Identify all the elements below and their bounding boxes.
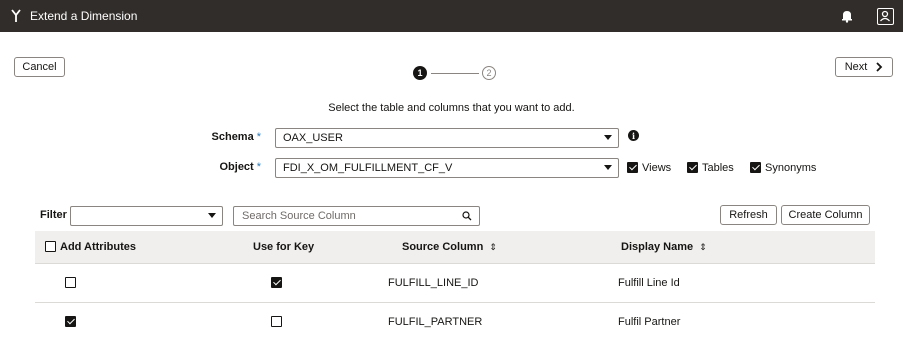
synonyms-checkbox[interactable]	[750, 162, 761, 173]
table-row: FULFIL_PARTNER Fulfil Partner	[35, 302, 875, 339]
header-source-column[interactable]: Source Column ⇕	[402, 241, 497, 253]
cancel-button[interactable]: Cancel	[14, 57, 65, 77]
refresh-button[interactable]: Refresh	[720, 205, 777, 225]
display-name-cell: Fulfil Partner	[618, 316, 681, 328]
search-input[interactable]: Search Source Column	[233, 206, 480, 226]
train-connector	[431, 73, 479, 74]
filter-select[interactable]	[70, 206, 223, 226]
synonyms-label: Synonyms	[765, 162, 817, 174]
header-display-name[interactable]: Display Name ⇕	[621, 241, 707, 253]
table-row: FULFILL_LINE_ID Fulfill Line Id	[35, 263, 875, 302]
bell-icon[interactable]	[840, 9, 854, 23]
sort-icon: ⇕	[699, 242, 707, 252]
step-2-indicator[interactable]: 2	[482, 66, 496, 80]
filter-label: Filter	[40, 209, 67, 221]
header-use-for-key: Use for Key	[253, 241, 315, 253]
next-label: Next	[844, 61, 868, 73]
add-attribute-checkbox[interactable]	[65, 316, 76, 327]
object-label: Object *	[219, 161, 261, 173]
next-button[interactable]: Next	[835, 57, 893, 77]
views-checkbox[interactable]	[627, 162, 638, 173]
title-bar: Extend a Dimension	[0, 0, 903, 32]
source-column-cell: FULFILL_LINE_ID	[388, 277, 479, 289]
use-for-key-checkbox[interactable]	[271, 277, 282, 288]
use-for-key-checkbox[interactable]	[271, 316, 282, 327]
display-name-cell: Fulfill Line Id	[618, 277, 680, 289]
dropdown-arrow-icon	[208, 213, 216, 218]
cancel-label: Cancel	[22, 61, 57, 73]
required-marker: *	[256, 131, 261, 143]
instruction-text: Select the table and columns that you wa…	[328, 102, 575, 114]
info-icon[interactable]: i	[628, 130, 639, 141]
tables-checkbox[interactable]	[687, 162, 698, 173]
search-icon	[462, 211, 472, 221]
object-select[interactable]: FDI_X_OM_FULFILLMENT_CF_V	[275, 158, 619, 178]
chevron-right-icon	[876, 62, 883, 72]
tables-label: Tables	[702, 162, 734, 174]
dropdown-arrow-icon	[604, 135, 612, 140]
add-attributes-select-all-checkbox[interactable]	[45, 241, 56, 252]
required-marker: *	[256, 161, 261, 173]
object-value: FDI_X_OM_FULFILLMENT_CF_V	[283, 162, 453, 174]
sort-icon: ⇕	[489, 242, 497, 252]
header-add-attributes: Add Attributes	[60, 241, 136, 253]
create-column-button[interactable]: Create Column	[781, 205, 870, 225]
create-column-label: Create Column	[788, 209, 863, 221]
add-attribute-checkbox[interactable]	[65, 277, 76, 288]
schema-value: OAX_USER	[283, 132, 343, 144]
views-label: Views	[642, 162, 672, 174]
source-column-cell: FULFIL_PARTNER	[388, 316, 483, 328]
profile-icon[interactable]	[877, 8, 894, 25]
branch-icon	[11, 9, 21, 22]
search-placeholder: Search Source Column	[242, 210, 356, 222]
step-1-indicator[interactable]: 1	[413, 66, 427, 80]
table-header: Add Attributes Use for Key Source Column…	[35, 231, 875, 263]
refresh-label: Refresh	[729, 209, 768, 221]
dropdown-arrow-icon	[604, 165, 612, 170]
dialog-title: Extend a Dimension	[30, 9, 138, 23]
schema-label: Schema *	[211, 131, 261, 143]
schema-select[interactable]: OAX_USER	[275, 128, 619, 148]
